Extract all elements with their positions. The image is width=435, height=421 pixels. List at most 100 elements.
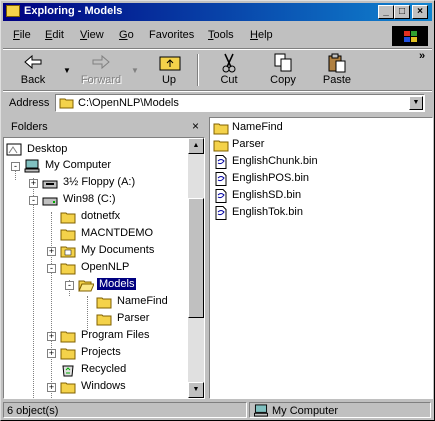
up-label: Up (161, 74, 177, 86)
maximize-button[interactable]: □ (394, 5, 410, 19)
floppy-drive-icon (42, 180, 58, 189)
tree-line (87, 296, 88, 330)
forward-button[interactable]: Forward (79, 52, 123, 88)
folder-icon (96, 297, 112, 309)
file-list: NameFind Parser EnglishChunk.bin English… (209, 117, 433, 399)
file-name: EnglishSD.bin (232, 189, 302, 201)
tree-label: 3½ Floppy (A:) (63, 176, 136, 188)
paste-label: Paste (322, 74, 352, 86)
tree-label: Projects (81, 346, 121, 358)
bin-file-icon (215, 189, 227, 203)
paste-icon (328, 53, 346, 73)
copy-icon (274, 53, 292, 72)
folder-icon (60, 229, 76, 241)
scroll-down-button[interactable]: ▼ (188, 382, 204, 398)
folder-icon (6, 5, 20, 17)
address-bar: Address C:\OpenNLP\Models ▼ (3, 92, 432, 114)
forward-arrow-icon (92, 54, 110, 70)
collapse-toggle[interactable]: - (11, 162, 20, 171)
title-bar[interactable]: Exploring - Models _ □ × (3, 3, 432, 21)
file-name: EnglishPOS.bin (232, 172, 310, 184)
tree-label: Windows (81, 380, 126, 392)
scroll-up-button[interactable]: ▲ (188, 138, 204, 154)
menu-help-label: elp (257, 29, 273, 41)
collapse-toggle[interactable]: - (65, 281, 74, 290)
back-dropdown-icon[interactable]: ▼ (63, 66, 71, 75)
status-location: My Computer (272, 405, 339, 417)
explorer-window: Exploring - Models _ □ × File Edit View … (0, 0, 435, 421)
up-button[interactable]: Up (147, 52, 191, 88)
windows-logo-icon (392, 26, 428, 46)
menu-go-label: o (127, 29, 134, 41)
tree-label: Recycled (81, 363, 127, 375)
bin-file-icon (215, 172, 227, 186)
collapse-toggle[interactable]: - (29, 196, 38, 205)
forward-label: Forward (80, 74, 122, 86)
file-name: Parser (232, 138, 265, 150)
paste-button[interactable]: Paste (315, 52, 359, 88)
cut-button[interactable]: Cut (207, 52, 251, 88)
back-label: Back (20, 74, 46, 86)
tree-label: MACNTDEMO (81, 227, 154, 239)
menu-favorites-pre: F (149, 29, 156, 41)
tree-label: My Computer (45, 159, 112, 171)
expand-toggle[interactable]: + (47, 383, 56, 392)
menu-file[interactable]: File (13, 29, 31, 41)
up-folder-icon (159, 56, 181, 71)
close-button[interactable]: × (412, 5, 428, 19)
menu-view-label: iew (87, 29, 104, 41)
expand-toggle[interactable]: + (29, 179, 38, 188)
forward-dropdown-icon[interactable]: ▼ (131, 66, 139, 75)
minimize-button[interactable]: _ (378, 5, 394, 19)
toolbar-overflow-button[interactable]: » (419, 50, 425, 62)
tree-label: NameFind (117, 295, 168, 307)
documents-folder-icon (60, 246, 76, 258)
menu-favorites[interactable]: Favorites (149, 29, 194, 41)
address-field[interactable]: C:\OpenNLP\Models ▼ (55, 94, 425, 112)
window-title: Exploring - Models (24, 5, 123, 17)
bin-file-icon (215, 206, 227, 220)
menu-favorites-label: avorites (155, 29, 195, 41)
folder-icon (213, 140, 229, 152)
menu-go[interactable]: Go (119, 29, 134, 41)
status-location-cell: My Computer (249, 402, 431, 418)
folders-header: Folders × (3, 117, 203, 137)
folders-close-button[interactable]: × (192, 120, 199, 132)
menu-tools-label: ools (213, 29, 234, 41)
folder-tree-scrollbar[interactable]: ▲ ▼ (188, 138, 204, 398)
folder-open-icon (78, 280, 94, 292)
expand-toggle[interactable]: + (47, 247, 56, 256)
address-dropdown-button[interactable]: ▼ (409, 96, 423, 110)
menu-view[interactable]: View (80, 29, 104, 41)
status-bar: 6 object(s) My Computer (3, 401, 432, 419)
tree-label: Parser (117, 312, 150, 324)
menu-file-key: F (13, 29, 20, 41)
menu-help[interactable]: Help (250, 29, 273, 41)
status-count-cell: 6 object(s) (3, 402, 247, 418)
folders-pane: Folders × Desktop - My Computer + 3½ Flo… (3, 117, 205, 399)
expand-toggle[interactable]: + (47, 332, 56, 341)
expand-toggle[interactable]: + (47, 349, 56, 358)
scissors-icon (222, 53, 236, 73)
menu-go-key: G (119, 29, 128, 41)
tree-label: Models (95, 277, 138, 291)
collapse-toggle[interactable]: - (47, 264, 56, 273)
tree-label: Program Files (81, 329, 150, 341)
hard-drive-icon (42, 197, 58, 206)
computer-icon (254, 404, 268, 417)
scroll-thumb[interactable] (188, 198, 204, 318)
cut-label: Cut (220, 74, 238, 86)
toolbar: Back ▼ Forward ▼ Up Cut Copy Paste » (3, 50, 432, 90)
tree-label: Win98 (C:) (63, 193, 116, 205)
desktop-icon (6, 143, 22, 156)
copy-button[interactable]: Copy (261, 52, 305, 88)
folder-icon (60, 263, 76, 275)
address-value: C:\OpenNLP\Models (78, 97, 179, 109)
tree-label: OpenNLP (81, 261, 130, 273)
tree-label: dotnetfx (81, 210, 121, 222)
tree-label: Desktop (27, 143, 68, 155)
bin-file-icon (215, 155, 227, 169)
back-button[interactable]: Back (11, 52, 55, 88)
menu-tools[interactable]: Tools (208, 29, 234, 41)
menu-edit[interactable]: Edit (45, 29, 64, 41)
